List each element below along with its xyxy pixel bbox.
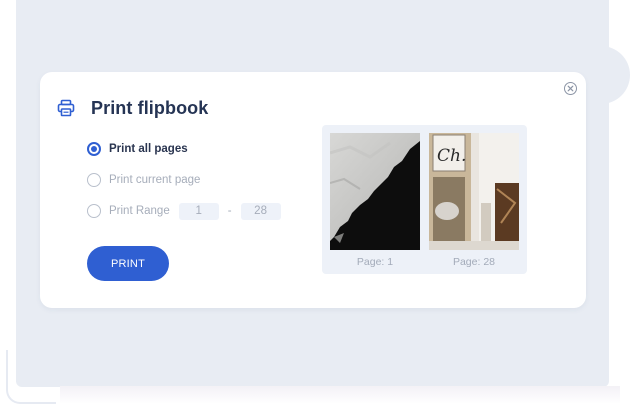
print-button[interactable]: PRINT <box>87 246 169 281</box>
option-label: Print current page <box>109 174 201 186</box>
page-label-last: Page: 28 <box>452 256 496 268</box>
range-from-input[interactable] <box>178 202 219 220</box>
option-print-current-page[interactable]: Print current page <box>87 172 200 188</box>
svg-text:Ch.: Ch. <box>437 146 466 166</box>
background-shadow <box>60 386 620 404</box>
close-icon[interactable] <box>564 82 577 95</box>
page-thumbnail-first <box>330 133 420 250</box>
range-to-input[interactable] <box>240 202 281 220</box>
background-corner-line <box>6 350 56 404</box>
page-label-first: Page: 1 <box>356 256 394 268</box>
page-thumbnail-last: Ch. <box>429 133 519 250</box>
option-label: Print Range <box>109 205 170 217</box>
dialog-header: Print flipbook <box>57 97 208 119</box>
radio-print-all-pages[interactable] <box>87 142 101 156</box>
printer-icon <box>57 99 75 117</box>
print-dialog: Print flipbook Print all pages Print cur… <box>40 72 586 308</box>
option-label: Print all pages <box>109 143 188 155</box>
print-preview: Ch. Page: 1 Page: 28 <box>322 125 527 274</box>
range-separator: - <box>227 205 232 217</box>
radio-print-range[interactable] <box>87 204 101 218</box>
option-print-range[interactable]: Print Range - <box>87 202 281 220</box>
dialog-title: Print flipbook <box>91 97 209 118</box>
background-decoration <box>588 46 630 104</box>
radio-print-current-page[interactable] <box>87 173 101 187</box>
option-print-all-pages[interactable]: Print all pages <box>87 141 188 157</box>
